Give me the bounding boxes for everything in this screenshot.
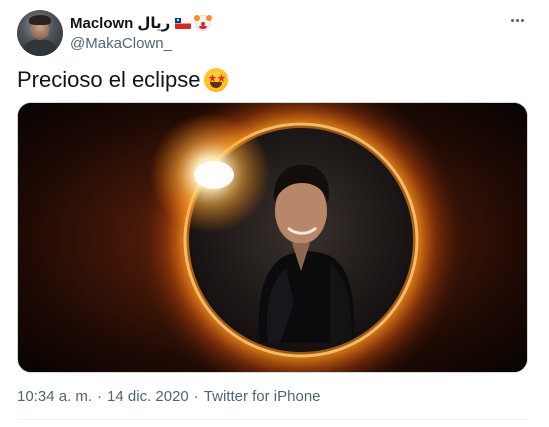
tweet-text-content: Precioso el eclipse [17,67,201,92]
author-name-row[interactable]: Maclown ريال [70,14,213,32]
eclipse-photo [18,103,527,372]
tweet-source[interactable]: Twitter for iPhone [204,388,321,405]
tweet-meta: 10:34 a. m. · 14 dic. 2020 · Twitter for… [17,387,321,405]
avatar[interactable] [17,10,63,56]
author-name-suffix: ريال [137,15,171,32]
author-handle[interactable]: @MakaClown_ [70,35,172,52]
avatar-hair [29,15,51,25]
divider [17,419,528,420]
more-options-icon[interactable] [506,12,528,28]
tweet-media-image[interactable] [17,102,528,373]
star-struck-emoji-icon [204,68,229,92]
chile-flag-icon [175,17,192,29]
tweet-time[interactable]: 10:34 a. m. [17,388,92,405]
meta-separator: · [193,387,199,405]
avatar-shoulders [23,39,57,56]
tweet-text: Precioso el eclipse [17,67,229,93]
author-display-name[interactable]: Maclown [70,15,133,32]
tweet-date[interactable]: 14 dic. 2020 [107,388,189,405]
meta-separator: · [97,387,103,405]
clown-face-icon [194,15,213,31]
tweet-card: Maclown ريال @MakaClown_ Precioso el ecl… [0,0,549,427]
